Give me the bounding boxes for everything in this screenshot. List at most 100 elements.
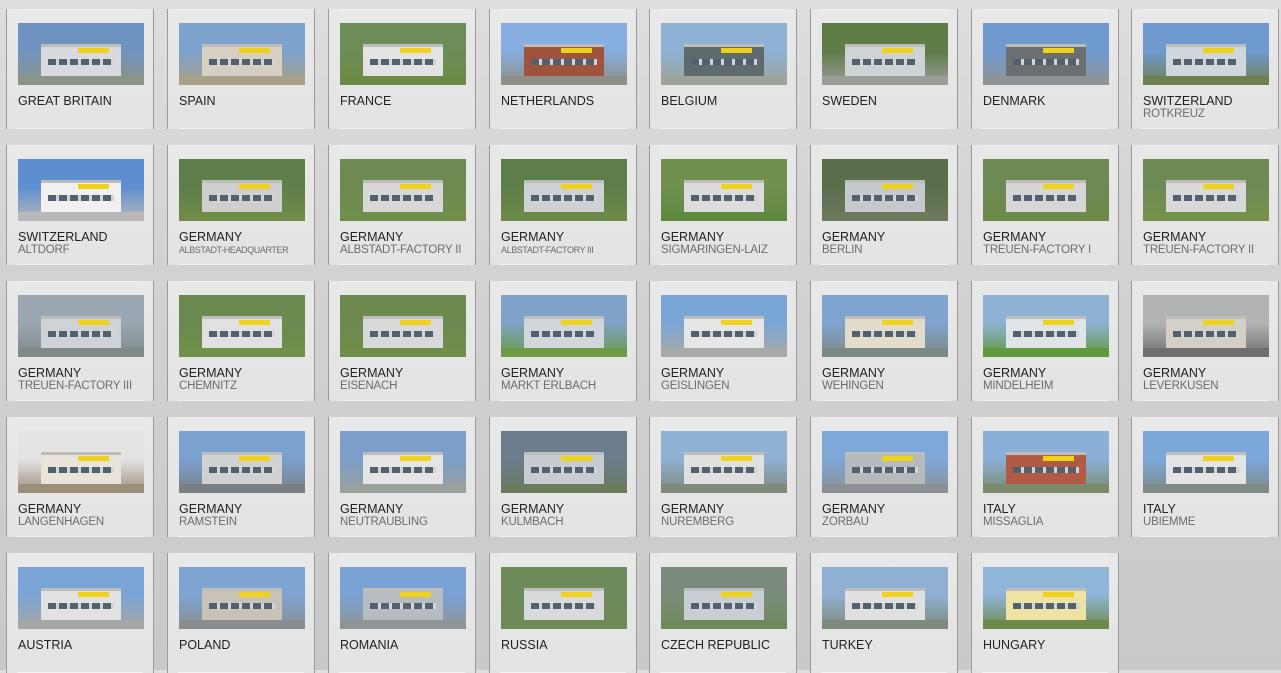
location-city: SIGMARINGEN-LAIZ bbox=[661, 244, 768, 256]
location-card[interactable]: GERMANY CHEMNITZ bbox=[167, 281, 315, 401]
location-card[interactable]: ITALY UBIEMME bbox=[1131, 417, 1279, 537]
location-card[interactable]: RUSSIA bbox=[489, 553, 637, 673]
location-card[interactable]: ROMANIA bbox=[328, 553, 476, 673]
location-photo bbox=[1143, 159, 1269, 221]
company-sign bbox=[78, 47, 109, 53]
location-card[interactable]: GERMANY TREUEN-FACTORY II bbox=[1131, 145, 1279, 265]
location-photo bbox=[501, 567, 627, 629]
location-photo bbox=[822, 295, 948, 357]
location-card[interactable]: GERMANY ZORBAU bbox=[810, 417, 958, 537]
location-photo bbox=[822, 431, 948, 493]
location-country: GERMANY bbox=[179, 502, 243, 516]
ground bbox=[1143, 212, 1269, 221]
company-sign bbox=[400, 183, 431, 189]
location-country: GERMANY bbox=[983, 366, 1047, 380]
location-card[interactable]: GERMANY MARKT ERLBACH bbox=[489, 281, 637, 401]
location-card[interactable]: GERMANY LANGENHAGEN bbox=[6, 417, 154, 537]
location-card[interactable]: GREAT BRITAIN bbox=[6, 9, 154, 129]
location-card[interactable]: ITALY MISSAGLIA bbox=[971, 417, 1119, 537]
company-sign bbox=[1203, 47, 1234, 53]
location-photo bbox=[661, 295, 787, 357]
company-sign bbox=[1203, 319, 1234, 325]
company-sign bbox=[561, 591, 592, 597]
ground bbox=[179, 212, 305, 221]
locations-grid: GREAT BRITAIN SPAIN FRANCE NETHERLANDS BELGI… bbox=[0, 0, 1281, 673]
location-card[interactable]: GERMANY NUREMBERG bbox=[649, 417, 797, 537]
location-card[interactable]: GERMANY GEISLINGEN bbox=[649, 281, 797, 401]
location-card[interactable]: CZECH REPUBLIC bbox=[649, 553, 797, 673]
location-photo bbox=[501, 23, 627, 85]
location-card[interactable]: GERMANY RAMSTEIN bbox=[167, 417, 315, 537]
location-country: RUSSIA bbox=[501, 638, 548, 652]
ground bbox=[983, 484, 1109, 493]
company-sign bbox=[721, 183, 752, 189]
location-country: GERMANY bbox=[1143, 366, 1207, 380]
location-city: ROTKREUZ bbox=[1143, 108, 1205, 120]
company-sign bbox=[239, 183, 270, 189]
ground bbox=[822, 212, 948, 221]
location-card[interactable]: GERMANY TREUEN-FACTORY III bbox=[6, 281, 154, 401]
ground bbox=[179, 76, 305, 85]
location-city: ZORBAU bbox=[822, 516, 869, 528]
building-windows bbox=[531, 602, 597, 610]
company-sign bbox=[1043, 319, 1074, 325]
location-card[interactable]: GERMANY MINDELHEIM bbox=[971, 281, 1119, 401]
company-sign bbox=[400, 455, 431, 461]
location-card[interactable]: GERMANY NEUTRAUBLING bbox=[328, 417, 476, 537]
location-card[interactable]: SPAIN bbox=[167, 9, 315, 129]
location-card[interactable]: GERMANY EISENACH bbox=[328, 281, 476, 401]
location-photo bbox=[179, 23, 305, 85]
location-card[interactable]: DENMARK bbox=[971, 9, 1119, 129]
location-country: GERMANY bbox=[18, 502, 82, 516]
location-city: GEISLINGEN bbox=[661, 380, 730, 392]
building-windows bbox=[1173, 194, 1239, 202]
company-sign bbox=[882, 455, 913, 461]
building-windows bbox=[1173, 330, 1239, 338]
location-card[interactable]: BELGIUM bbox=[649, 9, 797, 129]
location-card[interactable]: GERMANY ALBSTADT-HEADQUARTER bbox=[167, 145, 315, 265]
company-sign bbox=[882, 319, 913, 325]
location-card[interactable]: GERMANY ALBSTADT-FACTORY III bbox=[489, 145, 637, 265]
location-country: FRANCE bbox=[340, 94, 392, 108]
building-windows bbox=[370, 330, 436, 338]
location-country: AUSTRIA bbox=[18, 638, 73, 652]
building-windows bbox=[209, 602, 275, 610]
location-card[interactable]: HUNGARY bbox=[971, 553, 1119, 673]
location-card[interactable]: SWITZERLAND ALTDORF bbox=[6, 145, 154, 265]
location-card[interactable]: FRANCE bbox=[328, 9, 476, 129]
location-photo bbox=[983, 431, 1109, 493]
location-city: EISENACH bbox=[340, 380, 398, 392]
location-photo bbox=[179, 159, 305, 221]
ground bbox=[340, 348, 466, 357]
company-sign bbox=[882, 47, 913, 53]
location-card[interactable]: GERMANY LEVERKUSEN bbox=[1131, 281, 1279, 401]
company-sign bbox=[239, 455, 270, 461]
location-card[interactable]: GERMANY BERLIN bbox=[810, 145, 958, 265]
company-sign bbox=[561, 47, 592, 53]
location-photo bbox=[1143, 431, 1269, 493]
location-country: SWITZERLAND bbox=[18, 230, 108, 244]
location-card[interactable]: GERMANY TREUEN-FACTORY I bbox=[971, 145, 1119, 265]
location-city: MARKT ERLBACH bbox=[501, 380, 596, 392]
building-windows bbox=[209, 466, 275, 474]
building-windows bbox=[209, 194, 275, 202]
location-card[interactable]: SWITZERLAND ROTKREUZ bbox=[1131, 9, 1279, 129]
location-card[interactable]: TURKEY bbox=[810, 553, 958, 673]
building-windows bbox=[1013, 602, 1079, 610]
location-country: SPAIN bbox=[179, 94, 216, 108]
location-card[interactable]: GERMANY KULMBACH bbox=[489, 417, 637, 537]
location-card[interactable]: GERMANY WEHINGEN bbox=[810, 281, 958, 401]
location-card[interactable]: GERMANY SIGMARINGEN-LAIZ bbox=[649, 145, 797, 265]
location-card[interactable]: POLAND bbox=[167, 553, 315, 673]
ground bbox=[983, 76, 1109, 85]
location-city: KULMBACH bbox=[501, 516, 564, 528]
location-card[interactable]: NETHERLANDS bbox=[489, 9, 637, 129]
location-country: GERMANY bbox=[340, 230, 404, 244]
building-windows bbox=[852, 330, 918, 338]
location-country: NETHERLANDS bbox=[501, 94, 595, 108]
location-country: DENMARK bbox=[983, 94, 1046, 108]
location-card[interactable]: GERMANY ALBSTADT-FACTORY II bbox=[328, 145, 476, 265]
location-city: ALTDORF bbox=[18, 244, 70, 256]
location-card[interactable]: AUSTRIA bbox=[6, 553, 154, 673]
location-card[interactable]: SWEDEN bbox=[810, 9, 958, 129]
